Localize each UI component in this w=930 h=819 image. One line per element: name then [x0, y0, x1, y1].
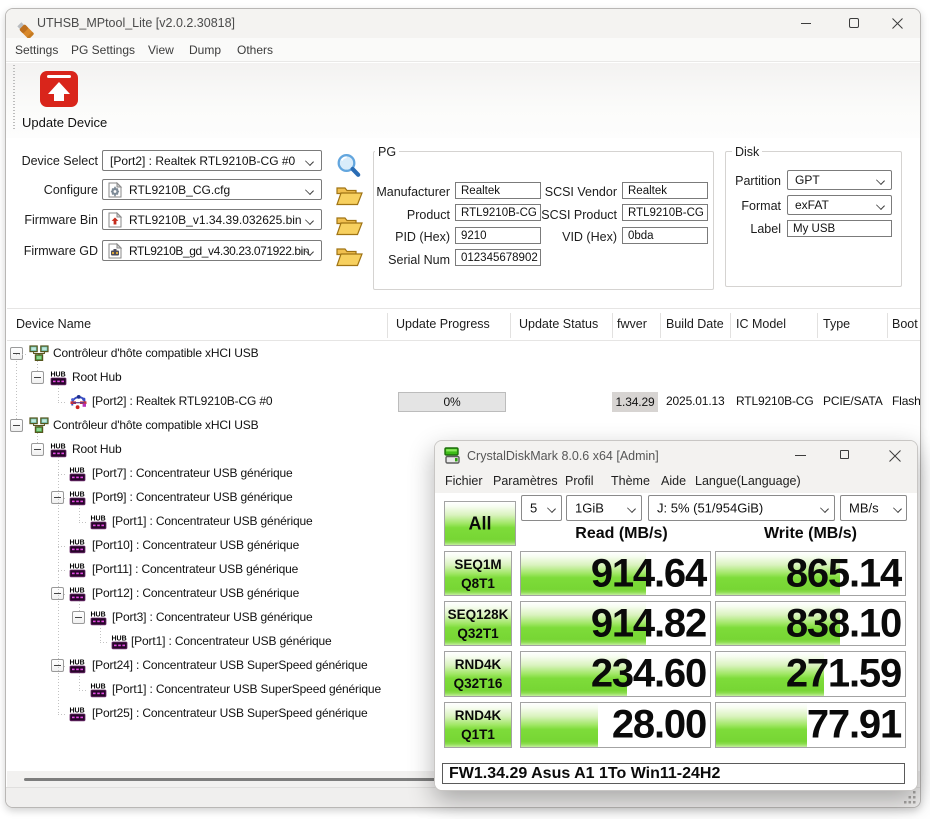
svg-text:HUB: HUB [51, 444, 66, 451]
svg-text:HUB: HUB [70, 588, 85, 595]
svg-text:HUB: HUB [70, 492, 85, 499]
svg-text:HUB: HUB [70, 708, 85, 715]
svg-text:HUB: HUB [91, 516, 106, 523]
svg-text:HUB: HUB [70, 660, 85, 667]
svg-text:HUB: HUB [91, 612, 106, 619]
svg-text:HUB: HUB [51, 372, 66, 379]
svg-text:HUB: HUB [112, 636, 127, 643]
svg-text:HUB: HUB [70, 540, 85, 547]
svg-text:HUB: HUB [91, 684, 106, 691]
svg-text:HUB: HUB [70, 564, 85, 571]
svg-text:HUB: HUB [70, 468, 85, 475]
